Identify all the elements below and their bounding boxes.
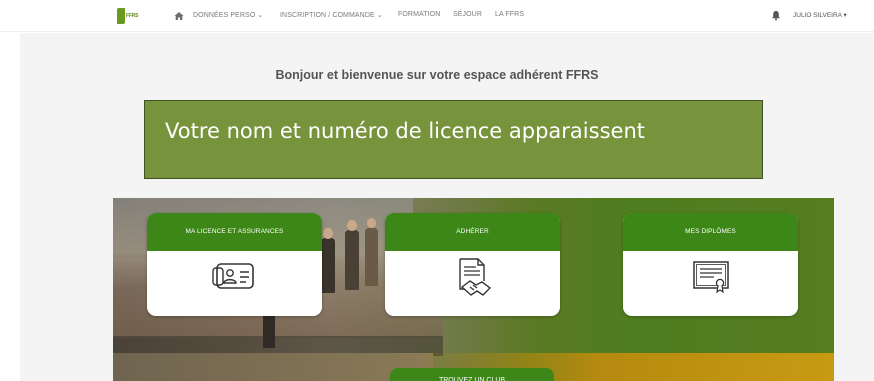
card-title: ADHÉRER <box>385 213 560 251</box>
nav-item-label: FORMATION <box>398 11 441 18</box>
nav-item-la-ffrs[interactable]: LA FFRS <box>495 11 524 18</box>
id-card-icon <box>211 263 254 289</box>
walker-figure <box>365 228 378 286</box>
nav-item-inscription-commande[interactable]: INSCRIPTION / COMMANDE ⌄ <box>280 11 383 19</box>
home-icon[interactable] <box>174 11 184 21</box>
walker-head <box>323 228 333 239</box>
chevron-down-icon: ⌄ <box>257 12 264 19</box>
contract-handshake-icon <box>458 258 491 296</box>
card-title: MA LICENCE ET ASSURANCES <box>147 213 322 251</box>
card-licence-assurances[interactable]: MA LICENCE ET ASSURANCES <box>147 213 322 316</box>
walker-figure <box>321 238 335 293</box>
walker-figure <box>345 230 359 290</box>
nav-item-label: SÉJOUR <box>453 11 482 18</box>
chevron-down-icon: ⌄ <box>376 12 383 19</box>
top-navbar: FFRS DONNÉES PERSO ⌄ INSCRIPTION / COMMAN… <box>0 0 874 32</box>
photo-bottom-strip <box>113 353 433 381</box>
nav-item-donnees-perso[interactable]: DONNÉES PERSO ⌄ <box>193 11 263 19</box>
annotation-box: Votre nom et numéro de licence apparaiss… <box>144 100 763 179</box>
logo-mark <box>117 8 125 24</box>
bell-icon[interactable] <box>771 10 781 21</box>
welcome-heading: Bonjour et bienvenue sur votre espace ad… <box>275 68 599 82</box>
nav-item-label: INSCRIPTION / COMMANDE <box>280 12 375 19</box>
logo-text: FFRS <box>126 13 139 19</box>
find-club-button[interactable]: TROUVEZ UN CLUB <box>390 368 554 381</box>
user-menu[interactable]: JULIO SILVEIRA ▾ <box>793 11 847 19</box>
nav-item-formation[interactable]: FORMATION <box>398 11 440 18</box>
annotation-text: Votre nom et numéro de licence apparaiss… <box>165 119 645 143</box>
certificate-icon <box>692 261 729 294</box>
nav-item-sejour[interactable]: SÉJOUR <box>453 11 482 18</box>
walker-head <box>367 218 376 228</box>
nav-item-label: LA FFRS <box>495 11 525 18</box>
card-adherer[interactable]: ADHÉRER <box>385 213 560 316</box>
ffrs-logo[interactable]: FFRS <box>117 8 139 24</box>
card-mes-diplomes[interactable]: MES DIPLÔMES <box>623 213 798 316</box>
nav-item-label: DONNÉES PERSO <box>193 12 256 19</box>
card-title: MES DIPLÔMES <box>623 213 798 251</box>
walker-head <box>347 220 357 231</box>
